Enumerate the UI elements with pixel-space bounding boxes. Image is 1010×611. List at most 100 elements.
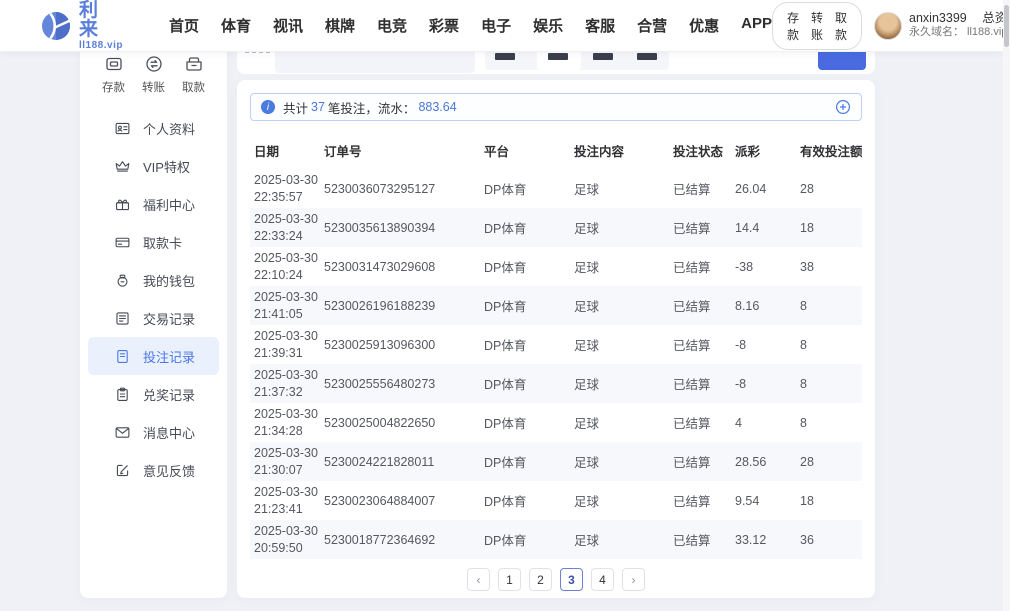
expand-plus-icon[interactable] [835,99,851,115]
cell-order: 5230018772364692 [320,520,480,559]
quick-action-transfer[interactable]: 转账 [142,54,165,95]
sidebar-item-profile[interactable]: 个人资料 [88,109,219,147]
cell-order: 5230035613890394 [320,208,480,247]
nav-item-娱乐[interactable]: 娱乐 [533,15,563,36]
avatar[interactable] [874,12,902,40]
sidebar-item-transactions[interactable]: 交易记录 [88,299,219,337]
sidebar-item-label: VIP特权 [143,157,190,176]
cell-platform: DP体育 [480,325,570,364]
sidebar-item-redeem[interactable]: 兑奖记录 [88,375,219,413]
nav-item-电子[interactable]: 电子 [481,15,511,36]
nav-item-棋牌[interactable]: 棋牌 [325,15,355,36]
sidebar-item-label: 意见反馈 [143,461,195,480]
cell-content: 足球 [570,247,669,286]
sidebar-item-welfare[interactable]: 福利中心 [88,185,219,223]
summary-bar: i 共计 37 笔投注，流水： 883.64 [250,93,862,121]
table-row: 2025-03-3021:30:075230024221828011DP体育足球… [250,442,862,481]
logo-sphere-icon [40,10,72,42]
sidebar-item-label: 个人资料 [143,119,195,138]
nav-item-电竞[interactable]: 电竞 [377,15,407,36]
cell-order: 5230025556480273 [320,364,480,403]
sidebar-item-feedback[interactable]: 意见反馈 [88,451,219,489]
quick-action-withdraw[interactable]: 取款 [182,54,205,95]
cell-payout: 14.4 [731,208,796,247]
pagination-page-3[interactable]: 3 [560,568,583,591]
cell-order: 5230025004822650 [320,403,480,442]
cell-order: 5230025913096300 [320,325,480,364]
sidebar-item-wallet[interactable]: 我的钱包 [88,261,219,299]
column-header: 订单号 [320,131,480,169]
cell-valid: 8 [796,364,862,403]
withdraw-card-icon [114,234,131,251]
cell-date: 2025-03-3021:23:41 [250,481,320,520]
top-navigation-bar: 利来 ll188.vip 首页 体育 视讯 棋牌 电竞 彩票 电子 娱乐 客服 合营 优惠 APP 存… [0,0,1003,52]
cell-payout: -8 [731,364,796,403]
column-header: 有效投注额 [796,131,862,169]
logo-domain: ll188.vip [79,41,123,51]
wallet-pill-存款[interactable]: 存款 [787,9,799,43]
nav-item-客服[interactable]: 客服 [585,15,615,36]
pagination-page-4[interactable]: 4 [591,568,614,591]
cell-order: 5230036073295127 [320,169,480,208]
cell-status: 已结算 [669,325,731,364]
nav-item-首页[interactable]: 首页 [169,15,199,36]
summary-middle: 笔投注，流水： [328,98,416,117]
cell-status: 已结算 [669,208,731,247]
transfer-icon [144,54,164,74]
user-box[interactable]: anxin3399 总资产： 1363.49元 永久域名： ll188.vip … [874,11,1010,40]
cell-content: 足球 [570,364,669,403]
sidebar-item-vip[interactable]: VIP特权 [88,147,219,185]
logo[interactable]: 利来 ll188.vip [40,1,123,51]
cell-order: 5230026196188239 [320,286,480,325]
cell-valid: 8 [796,325,862,364]
wallet-pill-取款[interactable]: 取款 [835,9,847,43]
cell-valid: 28 [796,169,862,208]
cell-valid: 28 [796,442,862,481]
pagination-page-1[interactable]: 1 [498,568,521,591]
pagination-next[interactable]: › [622,568,645,591]
cell-payout: 26.04 [731,169,796,208]
cell-payout: -38 [731,247,796,286]
cell-platform: DP体育 [480,286,570,325]
sidebar-item-label: 交易记录 [143,309,195,328]
sidebar-item-messages[interactable]: 消息中心 [88,413,219,451]
cell-order: 5230031473029608 [320,247,480,286]
info-icon: i [261,100,275,114]
quick-action-deposit[interactable]: 存款 [102,54,125,95]
cell-date: 2025-03-3022:35:57 [250,169,320,208]
sidebar-item-label: 福利中心 [143,195,195,214]
nav-item-体育[interactable]: 体育 [221,15,251,36]
cell-payout: 33.12 [731,520,796,559]
scrollbar[interactable] [1003,0,1010,611]
sidebar-item-withdraw-card[interactable]: 取款卡 [88,223,219,261]
cell-platform: DP体育 [480,403,570,442]
table-row: 2025-03-3022:33:245230035613890394DP体育足球… [250,208,862,247]
cell-order: 5230024221828011 [320,442,480,481]
feedback-icon [114,462,131,479]
nav-item-合营[interactable]: 合营 [637,15,667,36]
table-row: 2025-03-3021:34:285230025004822650DP体育足球… [250,403,862,442]
vip-icon [114,158,131,175]
cell-status: 已结算 [669,286,731,325]
sidebar-item-bet-records[interactable]: 投注记录 [88,337,219,375]
scrollbar-thumb[interactable] [1004,5,1009,47]
deposit-icon [104,54,124,74]
cell-date: 2025-03-3021:37:32 [250,364,320,403]
nav-item-视讯[interactable]: 视讯 [273,15,303,36]
cell-platform: DP体育 [480,520,570,559]
cell-valid: 18 [796,208,862,247]
column-header: 投注状态 [669,131,731,169]
nav-item-优惠[interactable]: 优惠 [689,15,719,36]
bet-records-icon [114,348,131,365]
pagination-prev[interactable]: ‹ [467,568,490,591]
cell-date: 2025-03-3021:39:31 [250,325,320,364]
wallet-pill-转账[interactable]: 转账 [811,9,823,43]
nav-item-彩票[interactable]: 彩票 [429,15,459,36]
transactions-icon [114,310,131,327]
cell-platform: DP体育 [480,169,570,208]
nav-item-APP[interactable]: APP [741,15,772,36]
pagination-page-2[interactable]: 2 [529,568,552,591]
table-row: 2025-03-3021:41:055230026196188239DP体育足球… [250,286,862,325]
redeem-icon [114,386,131,403]
main-nav: 首页 体育 视讯 棋牌 电竞 彩票 电子 娱乐 客服 合营 优惠 APP [169,15,772,36]
